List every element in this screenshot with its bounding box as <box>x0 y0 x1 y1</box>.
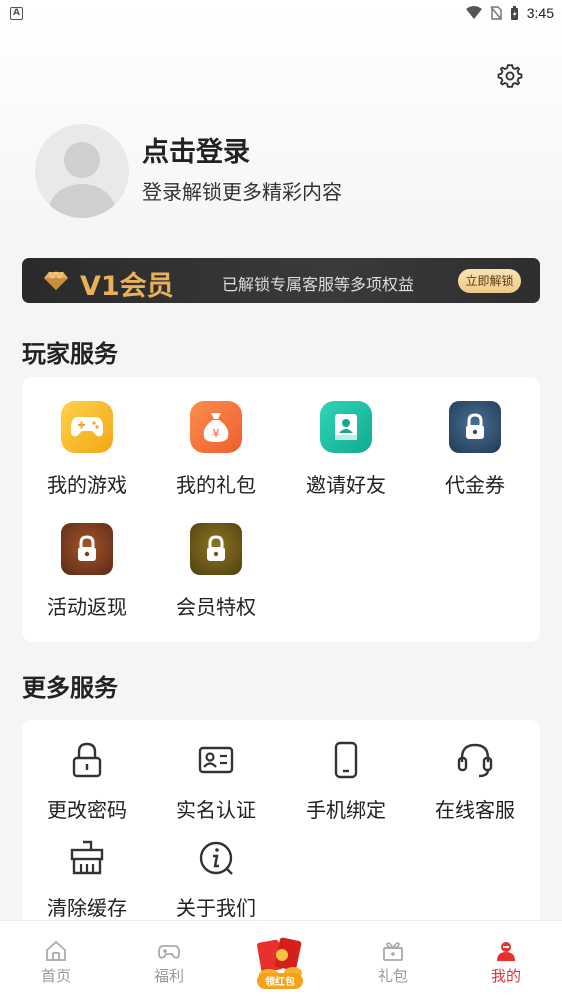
money-bag-icon: ¥ <box>190 401 242 453</box>
my-gifts-label: 我的礼包 <box>176 473 256 497</box>
change-password-label: 更改密码 <box>47 798 127 822</box>
vouchers-label: 代金券 <box>445 473 505 497</box>
unlock-button[interactable]: 立即解锁 <box>458 269 521 293</box>
vip-privileges-item[interactable]: 会员特权 <box>151 523 281 620</box>
tab-welfare-label: 福利 <box>153 967 184 985</box>
headset-icon <box>457 743 493 778</box>
online-support-item[interactable]: 在线客服 <box>410 740 540 823</box>
gamepad-icon <box>158 945 180 959</box>
info-icon <box>199 841 233 875</box>
tab-welfare[interactable]: 福利 <box>139 939 199 986</box>
cashback-item[interactable]: 活动返现 <box>22 523 152 620</box>
phone-binding-item[interactable]: 手机绑定 <box>281 740 411 823</box>
online-support-label: 在线客服 <box>435 798 515 822</box>
diamond-icon <box>44 271 68 290</box>
my-games-label: 我的游戏 <box>47 473 127 497</box>
player-services-title: 玩家服务 <box>22 340 118 368</box>
home-icon <box>46 940 66 961</box>
cashback-label: 活动返现 <box>47 595 127 619</box>
vip-privileges-label: 会员特权 <box>176 595 256 619</box>
invite-icon <box>320 401 372 453</box>
tab-mine-label: 我的 <box>490 967 521 985</box>
invite-friends-item[interactable]: 邀请好友 <box>281 401 411 498</box>
lock-icon <box>449 401 501 453</box>
phone-icon <box>334 741 358 779</box>
change-password-item[interactable]: 更改密码 <box>22 740 152 823</box>
about-us-label: 关于我们 <box>176 896 256 920</box>
battery-icon <box>510 5 518 20</box>
gamepad-icon <box>61 401 113 453</box>
player-services-card: 我的游戏 ¥ 我的礼包 邀请好友 代金券 活动返现 会员特权 <box>22 377 540 642</box>
vip-level: V1会员 <box>80 271 174 302</box>
login-subtitle: 登录解锁更多精彩内容 <box>142 180 342 204</box>
padlock-icon <box>72 742 102 778</box>
vip-description: 已解锁专属客服等多项权益 <box>222 275 415 294</box>
settings-gear-icon[interactable] <box>497 63 523 89</box>
phone-binding-label: 手机绑定 <box>306 798 386 822</box>
invite-friends-label: 邀请好友 <box>306 473 386 497</box>
real-name-auth-label: 实名认证 <box>176 798 256 822</box>
clear-cache-item[interactable]: 清除缓存 <box>22 838 152 921</box>
tab-gifts-label: 礼包 <box>377 967 408 985</box>
svg-text:¥: ¥ <box>213 427 220 440</box>
lock-icon <box>190 523 242 575</box>
broom-icon <box>70 840 104 875</box>
tab-home[interactable]: 首页 <box>26 939 86 986</box>
about-us-item[interactable]: 关于我们 <box>151 838 281 921</box>
vip-banner[interactable]: V1会员 已解锁专属客服等多项权益 立即解锁 <box>22 258 540 303</box>
default-avatar-icon <box>49 142 115 218</box>
id-card-icon <box>198 746 234 774</box>
vouchers-item[interactable]: 代金券 <box>410 401 540 498</box>
notification-icon: A <box>10 6 23 20</box>
red-packet-icon: 领红包 <box>257 937 303 989</box>
red-packet-label: 领红包 <box>265 975 295 988</box>
lock-icon <box>61 523 113 575</box>
avatar[interactable] <box>35 124 129 218</box>
login-title[interactable]: 点击登录 <box>142 130 250 169</box>
tab-gifts[interactable]: 礼包 <box>363 939 423 986</box>
no-sim-icon <box>490 6 502 20</box>
clear-cache-label: 清除缓存 <box>47 896 127 920</box>
red-packet-tab[interactable]: 领红包 <box>251 937 309 993</box>
my-gifts-item[interactable]: ¥ 我的礼包 <box>151 401 281 498</box>
user-icon <box>497 942 515 961</box>
my-games-item[interactable]: 我的游戏 <box>22 401 152 498</box>
status-time: 3:45 <box>526 5 554 21</box>
gift-icon <box>383 942 403 961</box>
status-bar: A 3:45 <box>0 0 562 26</box>
tab-mine[interactable]: 我的 <box>476 939 536 986</box>
real-name-auth-item[interactable]: 实名认证 <box>151 740 281 823</box>
more-services-title: 更多服务 <box>22 674 118 702</box>
tab-home-label: 首页 <box>40 967 71 985</box>
wifi-icon <box>465 6 482 19</box>
